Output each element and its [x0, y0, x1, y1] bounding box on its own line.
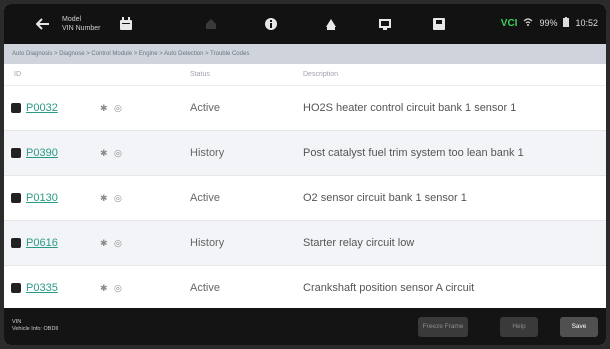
freeze-frame-indicator-icon: ✱ ◎ [100, 103, 124, 113]
info-icon[interactable] [260, 12, 282, 36]
freeze-frame-indicator-icon: ✱ ◎ [100, 283, 124, 293]
trouble-code-list: P0032 ✱ ◎ Active HO2S heater control cir… [4, 86, 606, 308]
trouble-code-link[interactable]: P0130 [26, 190, 58, 206]
column-header-description: Description [303, 71, 339, 78]
code-description: Starter relay circuit low [303, 237, 415, 249]
table-row[interactable]: P0390 ✱ ◎ History Post catalyst fuel tri… [4, 131, 606, 176]
row-checkbox[interactable] [11, 283, 21, 293]
freeze-frame-indicator-icon: ✱ ◎ [100, 238, 124, 248]
row-checkbox[interactable] [11, 103, 21, 113]
scan-icon[interactable] [320, 12, 342, 36]
column-header-id: ID [14, 71, 21, 78]
code-status: Active [190, 102, 220, 114]
battery-level: 99% [539, 18, 558, 28]
code-description: Crankshaft position sensor A circuit [303, 282, 475, 294]
vehicle-model: Model [62, 16, 82, 23]
vehicle-info-line2: Vehicle Info: OBDII [12, 326, 59, 332]
battery-icon [563, 17, 570, 29]
freeze-frame-indicator-icon: ✱ ◎ [100, 148, 124, 158]
row-checkbox[interactable] [11, 193, 21, 203]
help-button[interactable]: Help [500, 317, 538, 337]
trouble-code-link[interactable]: P0335 [26, 280, 58, 296]
table-row[interactable]: P0032 ✱ ◎ Active HO2S heater control cir… [4, 86, 606, 131]
row-checkbox[interactable] [11, 148, 21, 158]
vehicle-info: VIN Vehicle Info: OBDII [12, 319, 58, 333]
vehicle-vin: VIN Number [62, 25, 101, 32]
code-status: Active [190, 282, 220, 294]
table-row[interactable]: P0130 ✱ ◎ Active O2 sensor circuit bank … [4, 176, 606, 221]
status-bar: VCI 99% 10:52 [501, 17, 598, 29]
code-status: History [190, 237, 225, 249]
back-icon[interactable] [32, 12, 54, 36]
column-header-status: Status [190, 71, 210, 78]
calendar-icon[interactable] [116, 12, 136, 36]
vehicle-label: Model VIN Number [62, 15, 101, 33]
bottom-toolbar: VIN Vehicle Info: OBDII Freeze Frame Hel… [4, 308, 606, 345]
code-status: History [190, 147, 225, 159]
vehicle-info-line1: VIN [12, 319, 22, 325]
table-row[interactable]: P0335 ✱ ◎ Active Crankshaft position sen… [4, 266, 606, 308]
top-toolbar: Model VIN Number VCI 99% 10:52 [4, 4, 606, 44]
freeze-frame-indicator-icon: ✱ ◎ [100, 193, 124, 203]
table-row[interactable]: P0616 ✱ ◎ History Starter relay circuit … [4, 221, 606, 266]
code-description: HO2S heater control circuit bank 1 senso… [303, 102, 517, 114]
trouble-code-link[interactable]: P0390 [26, 145, 58, 161]
table-header: ID Status Description [4, 64, 606, 86]
trouble-code-link[interactable]: P0616 [26, 235, 58, 251]
clock: 10:52 [575, 18, 598, 28]
screenshot-icon[interactable] [374, 12, 396, 36]
code-description: O2 sensor circuit bank 1 sensor 1 [303, 192, 467, 204]
save-icon[interactable] [428, 12, 450, 36]
vci-indicator: VCI [500, 17, 518, 29]
trouble-code-link[interactable]: P0032 [26, 100, 58, 116]
row-checkbox[interactable] [11, 238, 21, 248]
wifi-icon [523, 18, 533, 28]
breadcrumb: Auto Diagnosis > Diagnose > Control Modu… [4, 44, 606, 64]
freeze-frame-button[interactable]: Freeze Frame [418, 317, 468, 337]
code-description: Post catalyst fuel trim system too lean … [303, 147, 524, 159]
code-status: Active [190, 192, 220, 204]
app-screen: Model VIN Number VCI 99% 10:52 Auto Diag… [4, 4, 606, 345]
save-button[interactable]: Save [560, 317, 598, 337]
home-icon[interactable] [200, 12, 222, 36]
